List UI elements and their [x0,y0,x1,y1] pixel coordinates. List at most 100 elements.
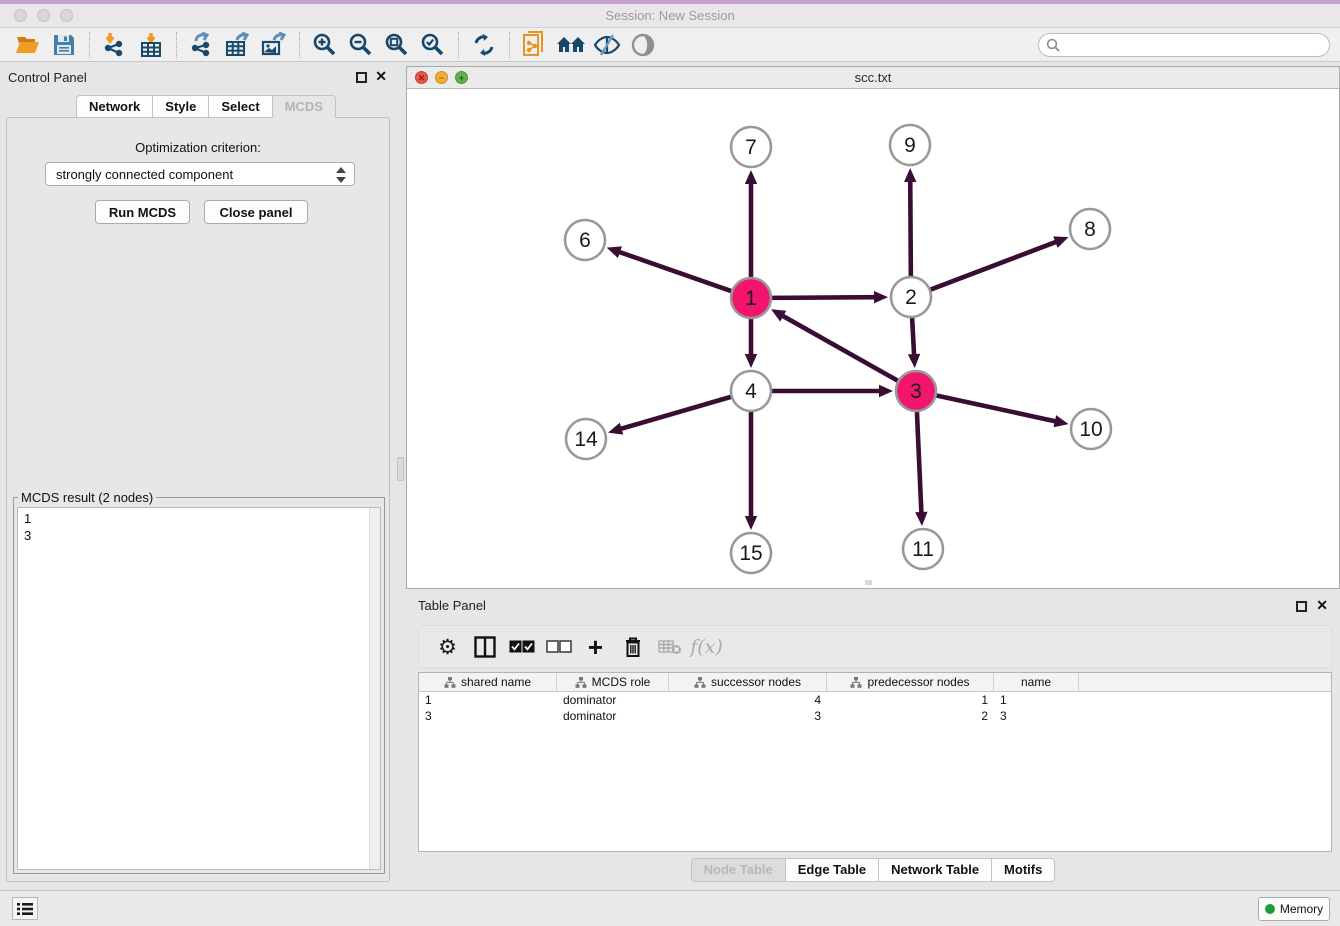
search-input[interactable] [1038,33,1330,57]
mcds-result-text[interactable]: 13 [17,507,381,870]
tab-mcds[interactable]: MCDS [272,95,336,118]
status-bar: Memory [0,890,1340,926]
houses-button[interactable] [553,30,589,60]
optimization-criterion-label: Optimization criterion: [7,140,389,155]
close-panel-button[interactable]: Close panel [204,200,308,224]
edge-arrowhead [607,246,622,258]
edge-arrowhead [1053,236,1068,248]
tab-motifs[interactable]: Motifs [991,858,1055,882]
column-header-predecessor-nodes[interactable]: predecessor nodes [827,673,994,691]
tree-icon [850,677,862,688]
edge-arrowhead [1054,415,1069,427]
graph-node-label: 8 [1084,218,1096,241]
close-table-panel-icon[interactable]: ✕ [1316,597,1328,614]
table-cell[interactable]: 2 [827,708,994,724]
application-window: Session: New Session [0,0,1340,926]
open-file-button[interactable] [10,30,46,60]
save-session-button[interactable] [46,30,82,60]
unchecked-boxes-icon [546,640,572,653]
table-cell[interactable]: 1 [994,692,1079,708]
task-history-button[interactable] [12,897,38,920]
control-panel-tabs: Network Style Select MCDS [76,95,336,118]
tab-edge-table[interactable]: Edge Table [785,858,878,882]
column-header-name[interactable]: name [994,673,1079,691]
zoom-selected-button[interactable] [415,30,451,60]
column-header-shared-name[interactable]: shared name [419,673,557,691]
unselect-all-columns-button[interactable] [540,630,577,664]
tab-network[interactable]: Network [76,95,152,118]
tab-select[interactable]: Select [208,95,271,118]
canvas-scroll-grip[interactable] [865,580,872,585]
table-row[interactable]: 3dominator323 [419,708,1331,724]
export-image-button[interactable] [256,30,292,60]
graph-node-label: 11 [912,538,934,561]
network-canvas[interactable]: 7968124314101511 [407,89,1339,587]
table-cell[interactable]: 4 [669,692,827,708]
hide-graphics-button[interactable] [589,30,625,60]
edge-3-1[interactable] [781,315,897,381]
memory-status-icon [1265,904,1275,914]
column-header-successor-nodes[interactable]: successor nodes [669,673,827,691]
control-panel-title: Control Panel [8,70,87,85]
criterion-select[interactable]: strongly connected component [45,162,355,186]
graph-node-label: 3 [910,380,922,403]
edge-1-6[interactable] [618,252,731,292]
function-builder-button[interactable]: f(x) [688,630,725,664]
edge-3-10[interactable] [937,395,1057,421]
graph-node-label: 15 [739,542,762,565]
splitter-grip[interactable] [397,457,404,481]
edge-2-3[interactable] [912,318,914,356]
mcds-result-group: MCDS result (2 nodes) 13 [13,490,385,874]
delete-column-button[interactable] [614,630,651,664]
float-panel-icon[interactable] [356,72,367,83]
run-mcds-button[interactable]: Run MCDS [95,200,190,224]
table-cell[interactable]: dominator [557,708,669,724]
network-window-titlebar[interactable]: ✕ − + scc.txt [407,67,1339,89]
refresh-layout-button[interactable] [466,30,502,60]
table-cell[interactable]: dominator [557,692,669,708]
export-network-button[interactable] [184,30,220,60]
table-tabs: Node Table Edge Table Network Table Moti… [406,858,1340,882]
export-image-icon [261,32,287,58]
select-all-columns-button[interactable] [503,630,540,664]
network-window-title: scc.txt [407,70,1339,85]
close-panel-icon[interactable]: ✕ [375,68,387,85]
memory-label: Memory [1280,902,1323,916]
network-from-selection-button[interactable] [517,30,553,60]
zoom-out-button[interactable] [343,30,379,60]
table-cell[interactable]: 3 [994,708,1079,724]
result-scrollbar[interactable] [369,508,380,869]
delete-table-button[interactable] [651,630,688,664]
zoom-fit-button[interactable] [379,30,415,60]
edge-2-8[interactable] [931,241,1058,289]
tab-style[interactable]: Style [152,95,208,118]
import-network-button[interactable] [97,30,133,60]
show-columns-button[interactable] [466,630,503,664]
table-cell[interactable]: 1 [827,692,994,708]
table-row[interactable]: 1dominator411 [419,692,1331,708]
edge-3-11[interactable] [917,412,922,514]
network-graph[interactable]: 7968124314101511 [407,89,1339,587]
memory-button[interactable]: Memory [1258,897,1330,921]
table-cell[interactable]: 1 [419,692,557,708]
table-cell[interactable]: 3 [419,708,557,724]
mcds-result-line: 3 [24,527,380,544]
tab-node-table[interactable]: Node Table [691,858,785,882]
edge-1-2[interactable] [772,297,876,298]
table-cell[interactable]: 3 [669,708,827,724]
checked-boxes-icon [509,640,535,653]
export-table-button[interactable] [220,30,256,60]
table-toolbar: ⚙ + f(x) [418,625,1332,668]
edge-2-9[interactable] [910,180,911,276]
tab-network-table[interactable]: Network Table [878,858,991,882]
table-settings-button[interactable]: ⚙ [429,630,466,664]
create-column-button[interactable]: + [577,630,614,664]
zoom-in-button[interactable] [307,30,343,60]
graph-node-label: 7 [745,136,757,159]
edge-4-14[interactable] [620,397,731,429]
column-header-mcds-role[interactable]: MCDS role [557,673,669,691]
import-table-button[interactable] [133,30,169,60]
panel-splitter[interactable] [395,62,406,890]
float-table-panel-icon[interactable] [1296,601,1307,612]
show-graphics-button[interactable] [625,30,661,60]
